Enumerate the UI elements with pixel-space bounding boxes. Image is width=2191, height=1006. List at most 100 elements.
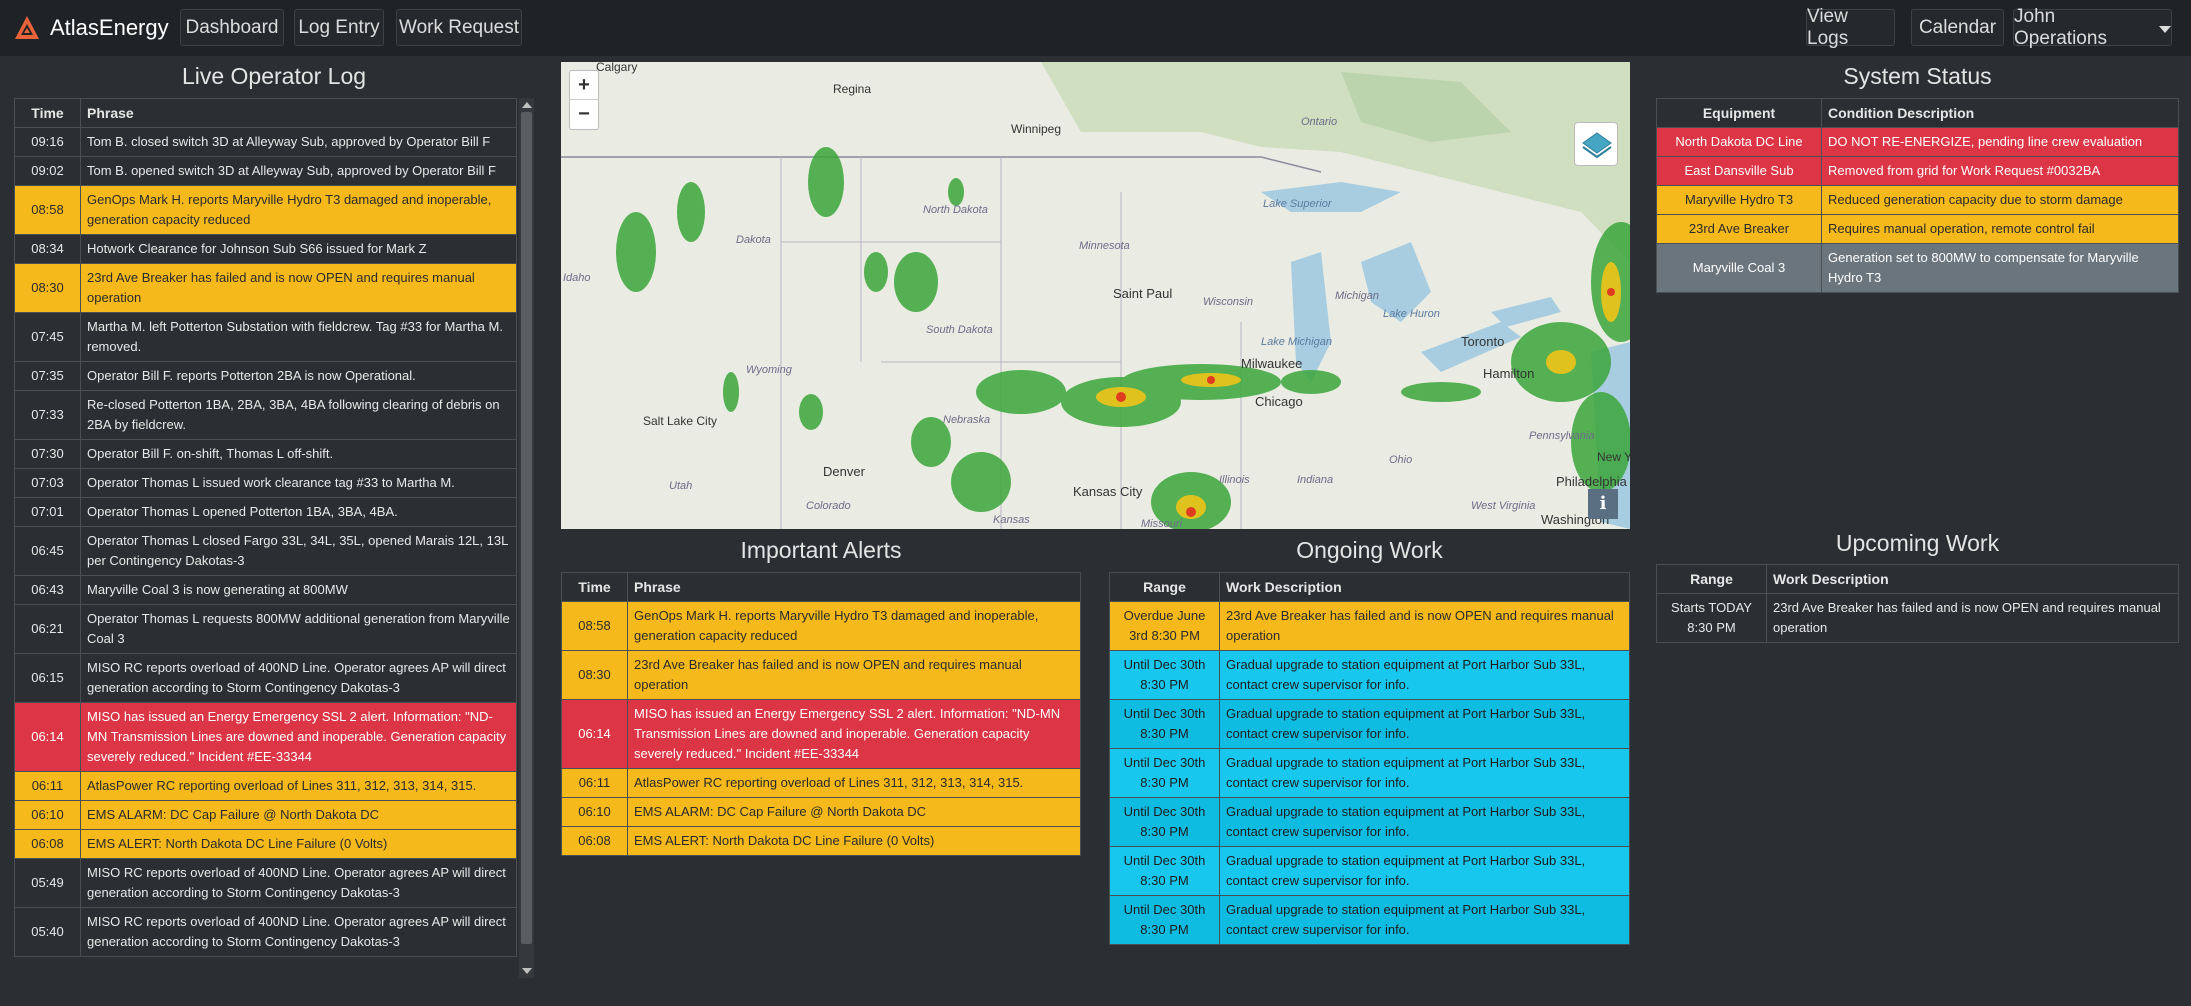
upcoming-header-desc: Work Description	[1766, 564, 2179, 594]
log-row[interactable]: 07:01 Operator Thomas L opened Potterton …	[14, 497, 517, 527]
map-label: Calgary	[596, 62, 638, 74]
layers-button[interactable]	[1574, 122, 1618, 166]
map-label: Toronto	[1461, 334, 1505, 349]
status-row[interactable]: Maryville Hydro T3 Reduced generation cap…	[1656, 185, 2179, 215]
nav-calendar[interactable]: Calendar	[1911, 9, 2004, 46]
upcoming-row-desc: 23rd Ave Breaker has failed and is now O…	[1766, 593, 2179, 643]
log-row[interactable]: 07:03 Operator Thomas L issued work clear…	[14, 468, 517, 498]
ongoing-row[interactable]: Overdue June 3rd 8:30 PM 23rd Ave Breaker…	[1109, 601, 1630, 651]
map-label: North Dakota	[923, 204, 988, 216]
log-row-phrase: MISO has issued an Energy Emergency SSL …	[80, 702, 517, 772]
status-row-condition: Reduced generation capacity due to storm…	[1821, 185, 2179, 215]
log-row[interactable]: 06:43 Maryville Coal 3 is now generating …	[14, 575, 517, 605]
log-row[interactable]: 06:10 EMS ALARM: DC Cap Failure @ North D…	[14, 800, 517, 830]
map-label: Ohio	[1389, 454, 1413, 466]
operator-log-panel[interactable]: Time Phrase 09:16 Tom B. closed switch 3D…	[14, 98, 534, 978]
map-label: Indiana	[1297, 474, 1334, 486]
ongoing-row[interactable]: Until Dec 30th 8:30 PM Gradual upgrade to…	[1109, 797, 1630, 847]
log-row[interactable]: 05:40 MISO RC reports overload of 400ND L…	[14, 907, 517, 957]
log-row[interactable]: 09:02 Tom B. opened switch 3D at Alleyway…	[14, 156, 517, 186]
user-menu-dropdown[interactable]: John Operations	[2013, 6, 2172, 49]
map-label: Minnesota	[1079, 240, 1130, 252]
ongoing-row[interactable]: Until Dec 30th 8:30 PM Gradual upgrade to…	[1109, 895, 1630, 945]
alert-row[interactable]: 08:58 GenOps Mark H. reports Maryville Hy…	[561, 601, 1081, 651]
map-label: Ontario	[1301, 116, 1338, 128]
info-icon[interactable]: i	[1588, 489, 1618, 519]
map-base	[561, 62, 1630, 529]
map-label: Saint Paul	[1113, 286, 1173, 301]
status-row[interactable]: North Dakota DC Line DO NOT RE-ENERGIZE, …	[1656, 127, 2179, 157]
nav-dashboard[interactable]: Dashboard	[180, 9, 284, 46]
alerts-title: Important Alerts	[740, 537, 902, 563]
log-row[interactable]: 07:30 Operator Bill F. on-shift, Thomas L…	[14, 439, 517, 469]
nav-log-entry[interactable]: Log Entry	[294, 9, 384, 46]
log-row[interactable]: 07:45 Martha M. left Potterton Substation…	[14, 312, 517, 362]
status-row-equipment: East Dansville Sub	[1656, 156, 1822, 186]
log-row-time: 08:58	[14, 185, 81, 235]
log-row[interactable]: 05:49 MISO RC reports overload of 400ND L…	[14, 858, 517, 908]
status-row[interactable]: Maryville Coal 3 Generation set to 800MW …	[1656, 243, 2179, 293]
log-row[interactable]: 06:15 MISO RC reports overload of 400ND L…	[14, 653, 517, 703]
log-row[interactable]: 06:14 MISO has issued an Energy Emergency…	[14, 702, 517, 772]
brand[interactable]: AtlasEnergy	[12, 12, 169, 44]
log-row-time: 08:34	[14, 234, 81, 264]
scroll-down-icon[interactable]	[522, 968, 532, 974]
log-row[interactable]: 08:34 Hotwork Clearance for Johnson Sub S…	[14, 234, 517, 264]
map-label: Hamilton	[1483, 366, 1535, 381]
log-row-phrase: Operator Thomas L opened Potterton 1BA, …	[80, 497, 517, 527]
alert-row-time: 06:14	[561, 699, 628, 769]
scroll-up-icon[interactable]	[522, 102, 532, 108]
log-row[interactable]: 09:16 Tom B. closed switch 3D at Alleyway…	[14, 127, 517, 157]
log-row-phrase: Maryville Coal 3 is now generating at 80…	[80, 575, 517, 605]
ongoing-row[interactable]: Until Dec 30th 8:30 PM Gradual upgrade to…	[1109, 748, 1630, 798]
alert-row[interactable]: 06:11 AtlasPower RC reporting overload of…	[561, 768, 1081, 798]
map-label: Kansas City	[1073, 484, 1143, 499]
map-label: West Virginia	[1471, 500, 1536, 512]
ongoing-row[interactable]: Until Dec 30th 8:30 PM Gradual upgrade to…	[1109, 846, 1630, 896]
log-row-time: 07:03	[14, 468, 81, 498]
user-name: John Operations	[2014, 5, 2107, 49]
zoom-out-button[interactable]: −	[570, 100, 598, 129]
log-row[interactable]: 07:35 Operator Bill F. reports Potterton …	[14, 361, 517, 391]
log-row[interactable]: 06:45 Operator Thomas L closed Fargo 33L,…	[14, 526, 517, 576]
ongoing-row[interactable]: Until Dec 30th 8:30 PM Gradual upgrade to…	[1109, 699, 1630, 749]
ongoing-row[interactable]: Until Dec 30th 8:30 PM Gradual upgrade to…	[1109, 650, 1630, 700]
weather-radar-map[interactable]: Calgary Regina Winnipeg Ontario North Da…	[561, 62, 1630, 529]
map-label: Colorado	[806, 500, 851, 512]
log-scroll-thumb[interactable]	[521, 112, 532, 944]
map-label: Missouri	[1141, 518, 1182, 529]
zoom-in-button[interactable]: +	[570, 71, 598, 100]
map-label: Chicago	[1255, 394, 1303, 409]
status-row[interactable]: 23rd Ave Breaker Requires manual operatio…	[1656, 214, 2179, 244]
nav-work-request[interactable]: Work Request	[396, 9, 522, 46]
alert-row[interactable]: 06:14 MISO has issued an Energy Emergency…	[561, 699, 1081, 769]
log-row-time: 07:01	[14, 497, 81, 527]
log-row[interactable]: 08:58 GenOps Mark H. reports Maryville Hy…	[14, 185, 517, 235]
log-row[interactable]: 06:08 EMS ALERT: North Dakota DC Line Fai…	[14, 829, 517, 859]
alert-row[interactable]: 06:10 EMS ALARM: DC Cap Failure @ North D…	[561, 797, 1081, 827]
nav-view-logs[interactable]: View Logs	[1806, 6, 1895, 49]
log-row[interactable]: 08:30 23rd Ave Breaker has failed and is …	[14, 263, 517, 313]
log-row-time: 09:02	[14, 156, 81, 186]
log-scrollbar[interactable]	[519, 98, 534, 978]
status-row-equipment: Maryville Coal 3	[1656, 243, 1822, 293]
upcoming-row[interactable]: Starts TODAY 8:30 PM 23rd Ave Breaker has…	[1656, 593, 2179, 643]
map-label: Lake Huron	[1383, 308, 1440, 320]
map-label: Winnipeg	[1011, 122, 1062, 136]
log-row[interactable]: 06:11 AtlasPower RC reporting overload of…	[14, 771, 517, 801]
log-row-phrase: GenOps Mark H. reports Maryville Hydro T…	[80, 185, 517, 235]
system-status-panel: Equipment Condition Description North Da…	[1656, 98, 2179, 293]
chevron-down-icon	[2159, 25, 2171, 33]
alert-row-phrase: AtlasPower RC reporting overload of Line…	[627, 768, 1081, 798]
status-row-condition: DO NOT RE-ENERGIZE, pending line crew ev…	[1821, 127, 2179, 157]
alert-row-phrase: MISO has issued an Energy Emergency SSL …	[627, 699, 1081, 769]
alert-row[interactable]: 06:08 EMS ALERT: North Dakota DC Line Fai…	[561, 826, 1081, 856]
log-row[interactable]: 06:21 Operator Thomas L requests 800MW ad…	[14, 604, 517, 654]
status-row[interactable]: East Dansville Sub Removed from grid for …	[1656, 156, 2179, 186]
ongoing-header-desc: Work Description	[1219, 572, 1630, 602]
alert-row-time: 06:10	[561, 797, 628, 827]
log-row-phrase: Operator Thomas L closed Fargo 33L, 34L,…	[80, 526, 517, 576]
ongoing-row-range: Until Dec 30th 8:30 PM	[1109, 895, 1220, 945]
alert-row[interactable]: 08:30 23rd Ave Breaker has failed and is …	[561, 650, 1081, 700]
log-row[interactable]: 07:33 Re-closed Potterton 1BA, 2BA, 3BA, …	[14, 390, 517, 440]
